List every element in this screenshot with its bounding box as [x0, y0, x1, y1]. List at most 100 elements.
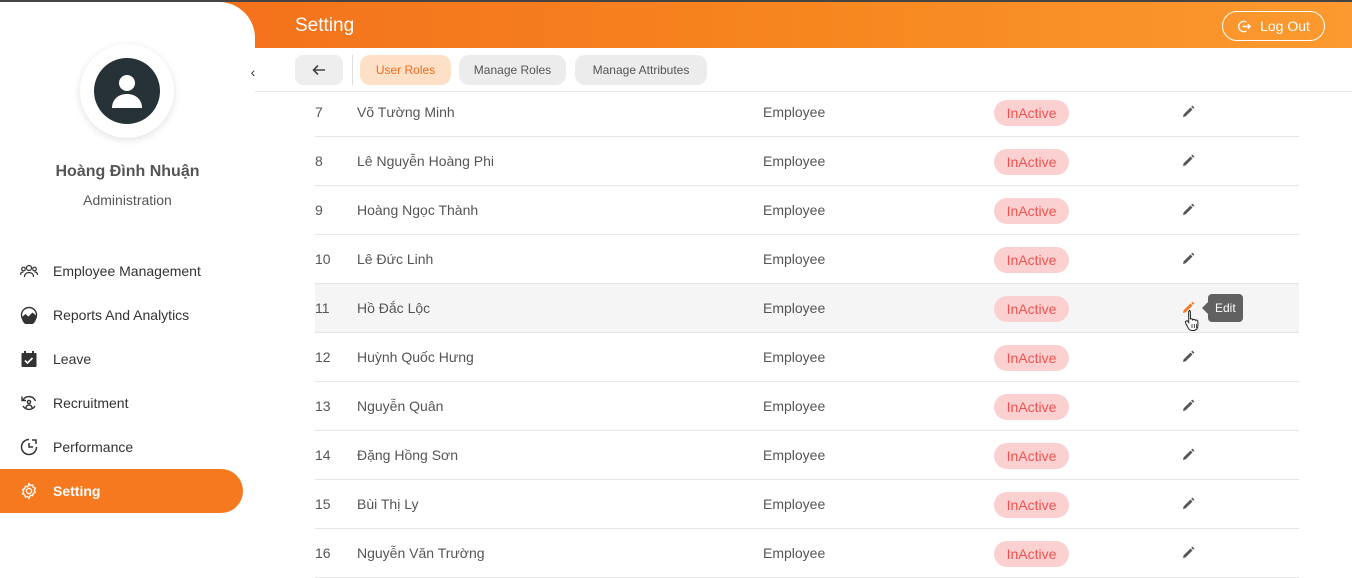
table-row: 8 Lê Nguyễn Hoàng Phi Employee InActive: [315, 137, 1299, 186]
row-number: 9: [315, 202, 323, 218]
table-row: 12 Huỳnh Quốc Hưng Employee InActive: [315, 333, 1299, 382]
employee-role: Employee: [763, 349, 826, 365]
employee-role: Employee: [763, 496, 826, 512]
sidebar-item-label: Setting: [53, 483, 101, 499]
row-number: 12: [315, 349, 331, 365]
employee-name: Bùi Thị Ly: [357, 496, 419, 512]
employee-name: Nguyễn Văn Trường: [357, 545, 485, 561]
row-number: 14: [315, 447, 331, 463]
sidebar-item-employee-management[interactable]: Employee Management: [0, 249, 255, 293]
sidebar-item-setting[interactable]: Setting: [0, 469, 243, 513]
avatar: [80, 44, 174, 138]
user-role: Administration: [83, 192, 172, 208]
status-badge: InActive: [994, 492, 1069, 518]
user-roles-table: 7 Võ Tường Minh Employee InActive 8 Lê N…: [315, 93, 1299, 578]
status-badge: InActive: [994, 247, 1069, 273]
edit-pencil-icon[interactable]: [1181, 203, 1195, 217]
sidebar-nav: Employee Management Reports And Analytic…: [0, 249, 255, 513]
sidebar-item-label: Employee Management: [53, 263, 201, 279]
user-avatar-icon: [94, 58, 160, 124]
tab-manage-roles[interactable]: Manage Roles: [459, 55, 566, 85]
edit-pencil-icon[interactable]: [1181, 497, 1195, 511]
row-number: 13: [315, 398, 331, 414]
sidebar-item-label: Leave: [53, 351, 92, 367]
performance-icon: [20, 438, 38, 456]
employee-role: Employee: [763, 300, 826, 316]
employee-name: Lê Nguyễn Hoàng Phi: [357, 153, 494, 169]
sidebar-item-label: Performance: [53, 439, 134, 455]
hand-pointer-cursor-icon: [1184, 309, 1200, 331]
people-icon: [20, 262, 38, 280]
row-number: 7: [315, 104, 323, 120]
status-badge: InActive: [994, 198, 1069, 224]
row-number: 8: [315, 153, 323, 169]
status-badge: InActive: [994, 345, 1069, 371]
logout-icon: [1237, 19, 1252, 34]
sidebar-item-reports-and-analytics[interactable]: Reports And Analytics: [0, 293, 255, 337]
table-row: 9 Hoàng Ngọc Thành Employee InActive: [315, 186, 1299, 235]
edit-pencil-icon[interactable]: [1181, 105, 1195, 119]
sidebar-item-leave[interactable]: Leave: [0, 337, 255, 381]
collapse-sidebar-button[interactable]: ‹: [245, 62, 261, 82]
settings-toolbar: User Roles Manage Roles Manage Attribute…: [255, 48, 1352, 92]
employee-role: Employee: [763, 251, 826, 267]
sidebar-item-label: Recruitment: [53, 395, 129, 411]
logout-button[interactable]: Log Out: [1222, 11, 1325, 41]
employee-name: Hồ Đắc Lộc: [357, 300, 431, 316]
tab-user-roles[interactable]: User Roles: [360, 55, 451, 85]
table-row: 11 Hồ Đắc Lộc Employee InActive: [315, 284, 1299, 333]
employee-name: Đặng Hồng Sơn: [357, 447, 459, 463]
gear-icon: [20, 482, 38, 500]
edit-pencil-icon[interactable]: [1181, 154, 1195, 168]
chart-icon: [20, 306, 38, 324]
employee-name: Võ Tường Minh: [357, 104, 455, 120]
table-row: 10 Lê Đức Linh Employee InActive: [315, 235, 1299, 284]
chevron-left-icon: ‹: [250, 64, 256, 80]
employee-name: Nguyễn Quân: [357, 398, 444, 414]
edit-pencil-icon[interactable]: [1181, 448, 1195, 462]
row-number: 15: [315, 496, 331, 512]
employee-name: Lê Đức Linh: [357, 251, 434, 267]
employee-role: Employee: [763, 398, 826, 414]
employee-role: Employee: [763, 545, 826, 561]
status-badge: InActive: [994, 394, 1069, 420]
edit-pencil-icon[interactable]: [1181, 399, 1195, 413]
table-row: 13 Nguyễn Quân Employee InActive: [315, 382, 1299, 431]
edit-pencil-icon[interactable]: [1181, 350, 1195, 364]
employee-role: Employee: [763, 202, 826, 218]
employee-role: Employee: [763, 447, 826, 463]
sidebar-item-label: Reports And Analytics: [53, 307, 190, 323]
edit-tooltip: Edit: [1202, 294, 1243, 322]
logout-label: Log Out: [1260, 18, 1310, 34]
status-badge: InActive: [994, 149, 1069, 175]
row-number: 10: [315, 251, 331, 267]
status-badge: InActive: [994, 100, 1069, 126]
employee-name: Hoàng Ngọc Thành: [357, 202, 479, 218]
calendar-check-icon: [20, 350, 38, 368]
main-content: User Roles Manage Roles Manage Attribute…: [255, 48, 1352, 578]
page-title: Setting: [295, 15, 355, 36]
table-row: 14 Đặng Hồng Sơn Employee InActive: [315, 431, 1299, 480]
sidebar-item-performance[interactable]: Performance: [0, 425, 255, 469]
row-number: 16: [315, 545, 331, 561]
table-row: 7 Võ Tường Minh Employee InActive: [315, 93, 1299, 137]
row-number: 11: [315, 300, 330, 316]
back-button[interactable]: [295, 55, 343, 85]
user-name: Hoàng Đình Nhuận: [55, 163, 200, 180]
status-badge: InActive: [994, 443, 1069, 469]
edit-pencil-icon[interactable]: [1181, 252, 1195, 266]
employee-role: Employee: [763, 104, 826, 120]
status-badge: InActive: [994, 541, 1069, 567]
arrow-left-icon: [312, 64, 326, 76]
status-badge: InActive: [994, 296, 1069, 322]
sidebar-item-recruitment[interactable]: Recruitment: [0, 381, 255, 425]
tab-manage-attributes[interactable]: Manage Attributes: [575, 55, 707, 85]
table-row: 16 Nguyễn Văn Trường Employee InActive: [315, 529, 1299, 578]
recruit-icon: [20, 394, 38, 412]
toolbar-divider: [352, 55, 353, 85]
edit-pencil-icon[interactable]: [1181, 546, 1195, 560]
employee-role: Employee: [763, 153, 826, 169]
table-row: 15 Bùi Thị Ly Employee InActive: [315, 480, 1299, 529]
sidebar: Hoàng Đình Nhuận Administration Employee…: [0, 2, 255, 578]
employee-name: Huỳnh Quốc Hưng: [357, 349, 474, 365]
